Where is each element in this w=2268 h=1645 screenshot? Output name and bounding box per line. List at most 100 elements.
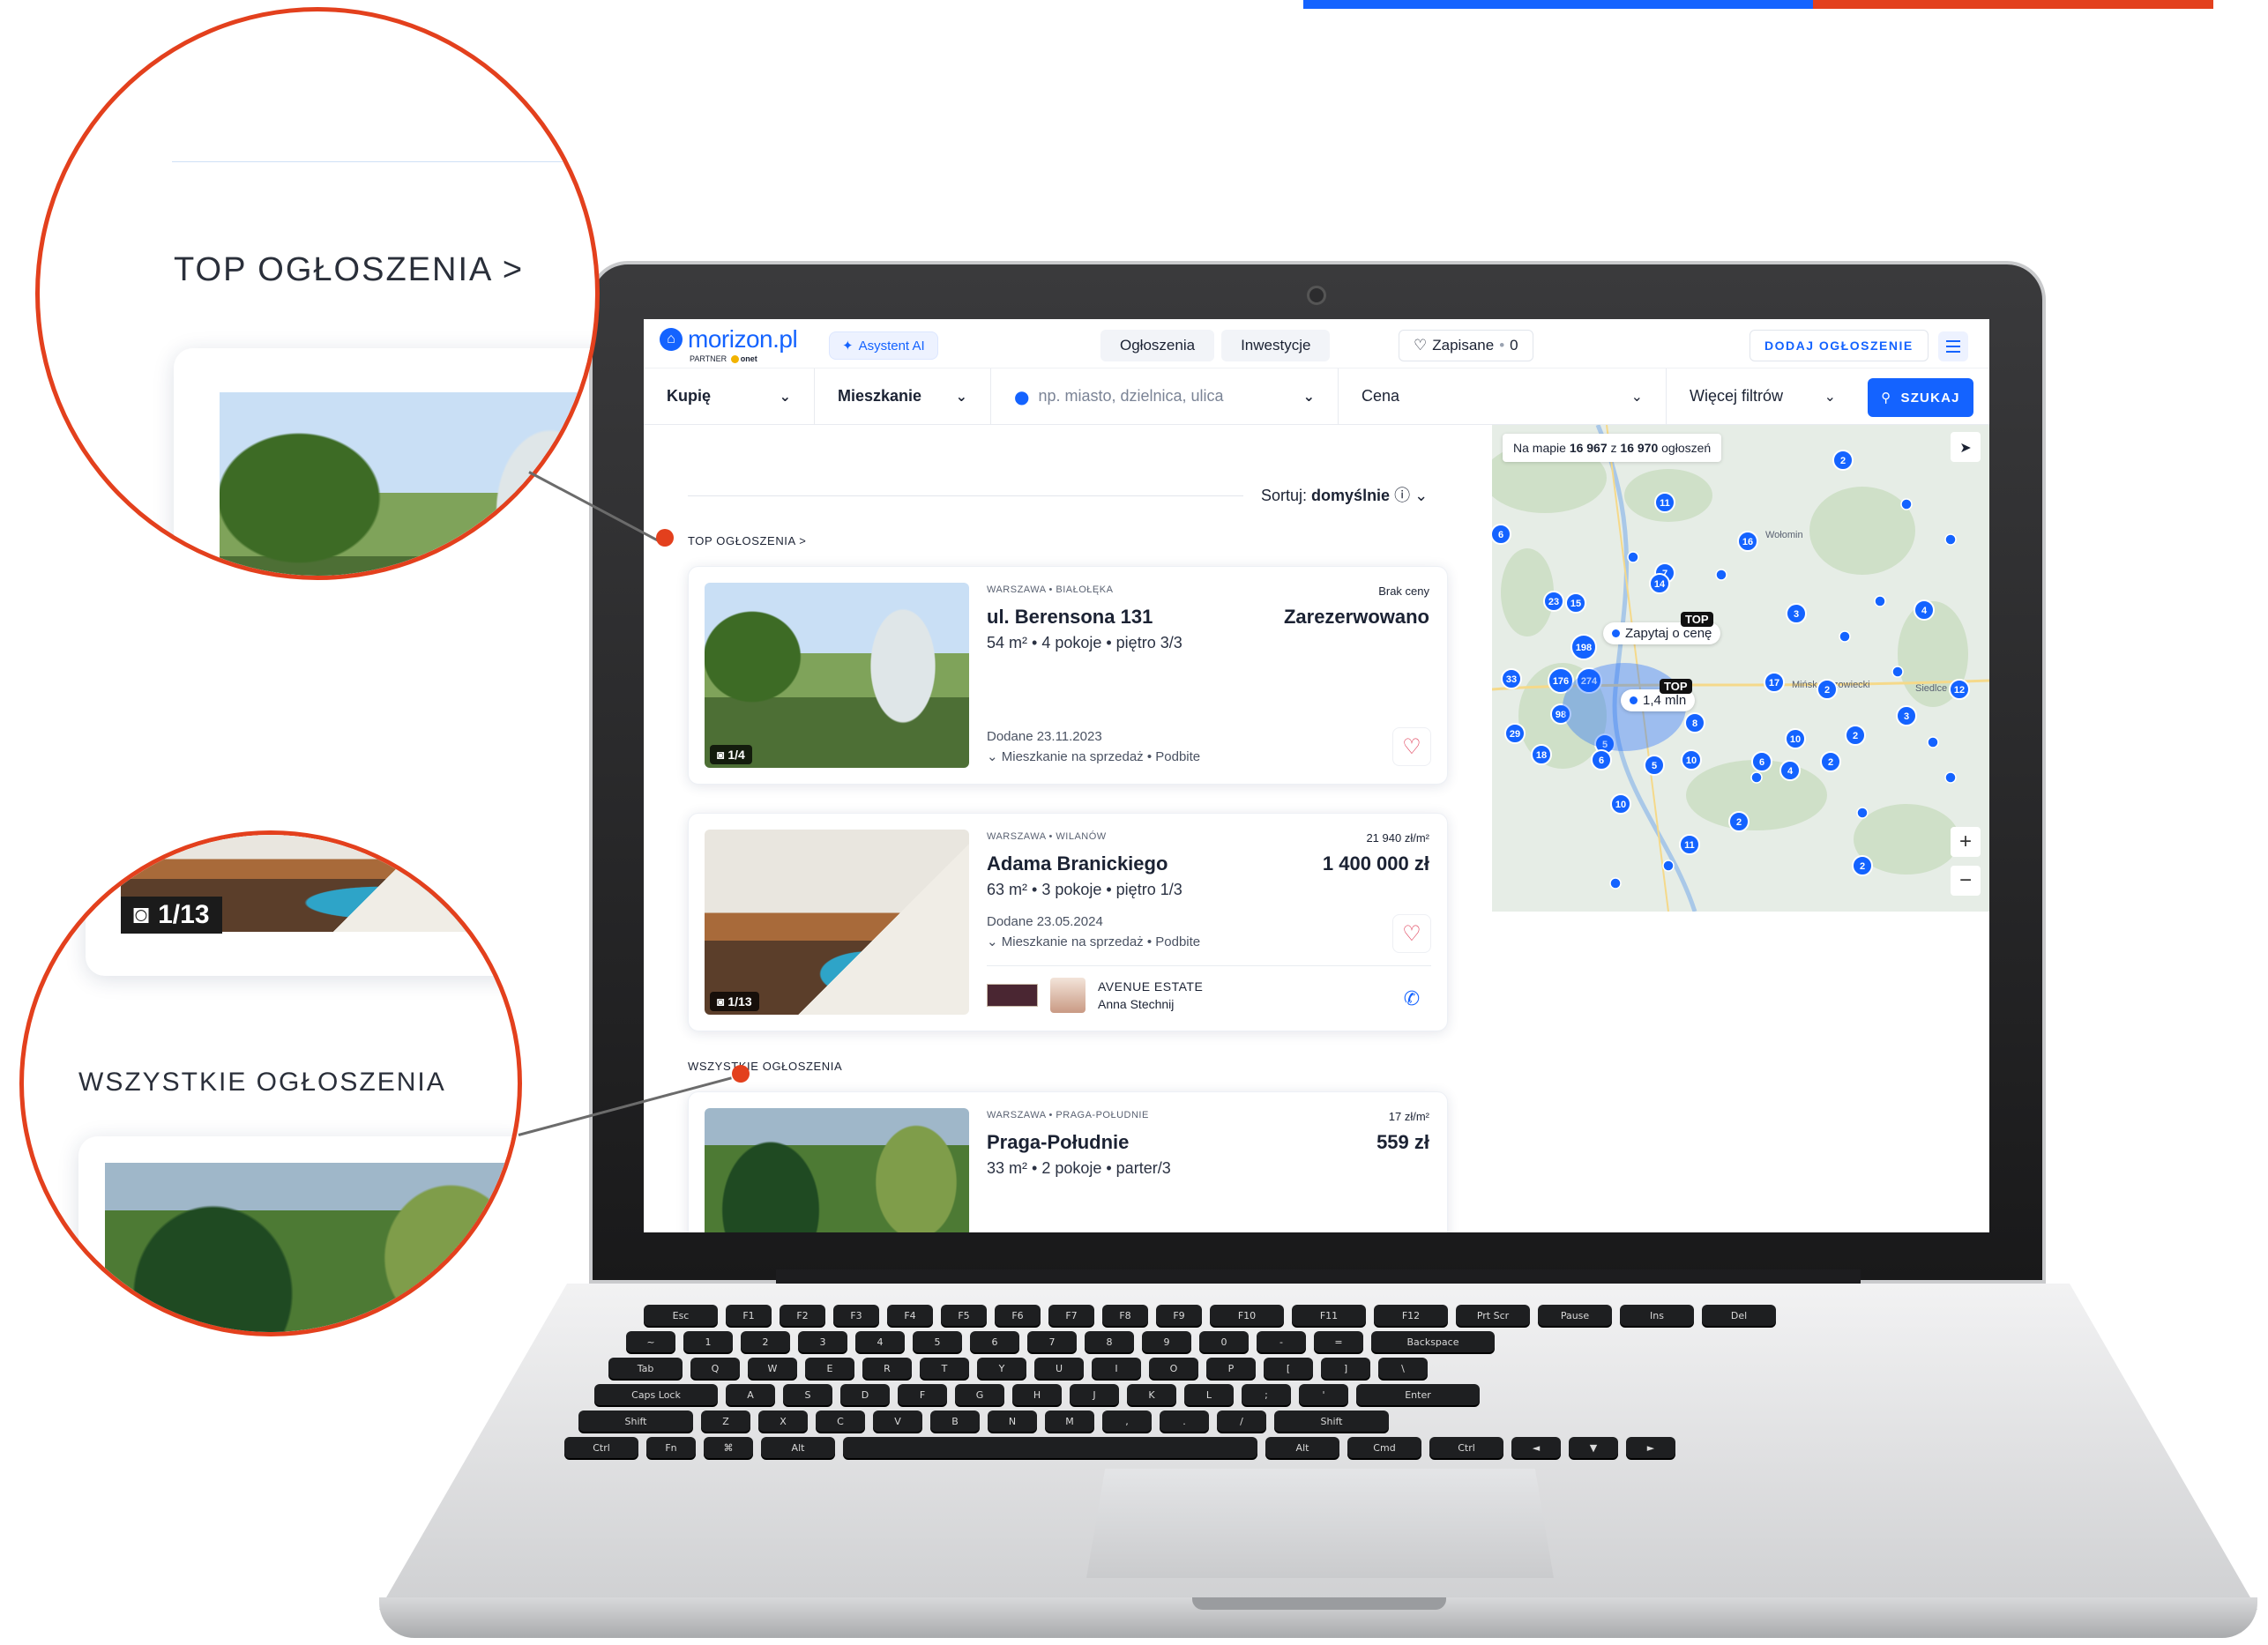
heart-icon[interactable]: ♡ [1392,914,1431,953]
location-input[interactable]: ● np. miasto, dzielnica, ulica ⌄ [991,368,1339,425]
keyboard-key: V [873,1411,922,1432]
location-field: ● np. miasto, dzielnica, ulica [1014,386,1224,407]
map[interactable]: Wołomin Mińsk Mazowiecki Siedlce 2 11 6 16 7 14 2… [1492,425,1989,912]
logo[interactable]: ⌂ morizon.pl PARTNER onet [660,327,798,364]
avatar [1050,978,1086,1013]
keyboard-key: / [1217,1411,1266,1432]
search-button[interactable]: ⚲ SZUKAJ [1868,378,1973,417]
keyboard-key: Y [977,1358,1026,1379]
more-filters-label: Więcej filtrów [1690,387,1784,405]
add-listing-button[interactable]: DODAJ OGŁOSZENIE [1749,330,1929,361]
stage: Esc F1 F2 F3 F4 F5 F6 F7 F8 F9 F10 F11 F12 Prt Scr Pau… [0,0,2268,1645]
map-badge-mid: z [1610,441,1617,455]
map-cluster-count: 2 [1840,456,1846,466]
listing-type: ⌄ Mieszkanie na sprzedaż • Podbite [987,934,1200,949]
keyboard-key: I [1092,1358,1141,1379]
keyboard-key: \ [1378,1358,1428,1379]
keyboard-key: B [930,1411,980,1432]
zoom-out-button[interactable]: − [1951,866,1981,896]
listing-photo[interactable]: ◙ 1/13 [705,830,969,1015]
tab-listings[interactable]: Ogłoszenia [1100,330,1215,361]
price-select[interactable]: Cena ⌄ [1339,368,1667,425]
chevron-down-icon: ⌄ [955,388,967,405]
listing-card[interactable]: WARSZAWA • PRAGA-POŁUDNIE 17 zł/m² Praga… [688,1091,1448,1232]
listing-card[interactable]: ◙ 1/13 WARSZAWA • WILANÓW 21 940 zł/m² A… [688,813,1448,1031]
listing-type-label: Mieszkanie na sprzedaż • Podbite [1001,934,1201,949]
all-listings-label: WSZYSTKIE OGŁOSZENIA [688,1060,843,1073]
more-filters-select[interactable]: Więcej filtrów ⌄ [1667,368,1859,425]
keyboard-key: Shift [578,1411,693,1432]
listing-title[interactable]: Adama Branickiego [987,852,1168,875]
keyboard-key: Alt [1265,1437,1339,1458]
map-cluster-count: 15 [1570,599,1581,609]
keyboard-key: 5 [913,1331,962,1352]
listing-title[interactable]: ul. Berensona 131 [987,606,1153,629]
keyboard-row-3: Tab Q W E R T Y U I O P [] \ [608,1358,1428,1379]
sparkle-icon: ✦ [842,339,854,354]
keyboard-key: ⌘ [704,1437,753,1458]
zoom-in-button[interactable]: + [1951,827,1981,857]
property-type-select[interactable]: Mieszkanie ⌄ [815,368,991,425]
map-point-marker [1927,736,1939,748]
map-cluster-count: 11 [1660,498,1670,509]
map-cluster-count: 2 [1736,817,1742,828]
screen: ⌂ morizon.pl PARTNER onet ✦ Asystent AI … [644,319,1989,1232]
keyboard-key: A [726,1384,775,1405]
listing-details: 63 m² • 3 pokoje • piętro 1/3 [987,881,1182,898]
map-badge-suffix: ogłoszeń [1661,441,1712,455]
listing-photo[interactable] [705,1108,969,1232]
search-label: SZUKAJ [1900,390,1960,406]
photo-count-value: 1/4 [727,748,745,762]
keyboard-key: 4 [855,1331,905,1352]
transaction-select[interactable]: Kupię ⌄ [644,368,815,425]
keyboard-key: Tab [608,1358,683,1379]
agency-info[interactable]: AVENUE ESTATE Anna Stechnij [987,978,1203,1013]
keyboard-key: F7 [1048,1305,1094,1326]
saved-button[interactable]: ♡ Zapisane • 0 [1399,330,1533,361]
map-cluster-count: 4 [1787,766,1794,777]
listing-card[interactable]: ◙ 1/4 WARSZAWA • BIAŁOŁĘKA Brak ceny ul.… [688,566,1448,785]
heart-icon[interactable]: ♡ [1392,727,1431,766]
keyboard-key: F3 [833,1305,879,1326]
ai-assistant-label: Asystent AI [858,338,925,354]
listing-type: ⌄ Mieszkanie na sprzedaż • Podbite [987,748,1200,764]
top-listings-label[interactable]: TOP OGŁOSZENIA > [688,534,806,547]
tab-investments[interactable]: Inwestycje [1221,330,1331,361]
photo-count-value: 1/13 [727,994,752,1009]
location-placeholder: np. miasto, dzielnica, ulica [1038,387,1224,405]
phone-icon[interactable]: ✆ [1392,979,1431,1018]
hamburger-menu-icon[interactable] [1938,331,1968,361]
keyboard-key: Del [1702,1305,1776,1326]
accent-bar-red [1813,0,2213,9]
listing-price-per-m2: 17 zł/m² [1388,1110,1429,1123]
map-cluster-count: 11 [1684,840,1695,851]
map-point-marker [1944,533,1957,546]
callout-dot [656,529,674,547]
keyboard-row-4: Caps Lock A S D F G H J K L; ' Enter [594,1384,1480,1405]
zoom-all-label: WSZYSTKIE OGŁOSZENIA [78,1068,446,1097]
keyboard-key: ◄ [1511,1437,1561,1458]
listing-price: 1 400 000 zł [1322,852,1429,875]
map-tooltip-text: Zapytaj o cenę [1625,626,1712,641]
laptop-notch [1192,1597,1446,1610]
map-cluster-count: 10 [1790,734,1801,745]
map-cluster-count: 18 [1536,750,1547,761]
keyboard-key: Z [701,1411,750,1432]
map-cluster-count: 10 [1686,756,1697,766]
map-cluster-count: 6 [1498,530,1503,540]
keyboard-key: Q [690,1358,740,1379]
info-icon: ⓘ ⌄ [1394,487,1429,504]
map-cluster-count: 198 [1576,643,1592,653]
sort-select[interactable]: Sortuj: domyślnie ⓘ ⌄ [1261,483,1428,506]
listing-price: Zarezerwowano [1283,606,1429,628]
navigation-arrow-icon[interactable]: ➤ [1951,432,1981,462]
map-point-marker [1874,595,1886,607]
map-cluster-count: 14 [1654,579,1666,590]
ai-assistant-button[interactable]: ✦ Asystent AI [829,331,938,360]
trackpad [1086,1469,1554,1578]
logo-partner-brand: onet [740,354,757,363]
listing-title[interactable]: Praga-Południe [987,1131,1129,1154]
chevron-down-icon: ⌄ [779,388,791,405]
keyboard-key: ] [1321,1358,1370,1379]
listing-photo[interactable]: ◙ 1/4 [705,583,969,768]
